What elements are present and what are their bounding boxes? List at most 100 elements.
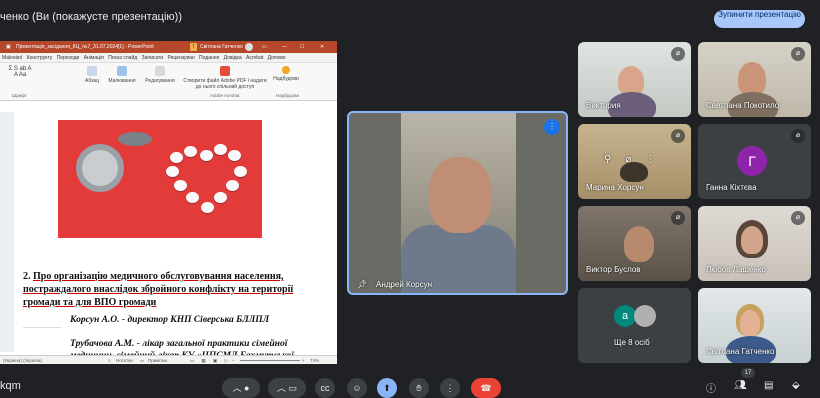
pill xyxy=(184,146,197,157)
thumbnail-pane[interactable] xyxy=(0,112,14,352)
ribbon-toggle-icon[interactable]: ▭ xyxy=(262,41,267,53)
more-vert-icon: ⋮ xyxy=(445,383,455,393)
activities-icon[interactable]: ⬙ xyxy=(792,380,800,391)
meeting-code: kqm xyxy=(0,380,21,392)
notes-icon[interactable]: ≡ xyxy=(108,356,111,364)
participant-tile[interactable]: Г ⌀ Ганна Кіхтєва xyxy=(698,124,811,199)
tab-drawing[interactable]: Мalování xyxy=(2,55,22,61)
participant-tile[interactable]: ⌀ Виктория xyxy=(578,42,691,117)
more-participants-label: Ще 8 осіб xyxy=(614,338,650,347)
mic-off-icon: ⌀ xyxy=(791,47,805,61)
maximize-icon[interactable]: ☐ xyxy=(300,41,304,53)
powerpoint-title-bar: ▣ Презентація_засідання_КЦ_№7_31.07.2024… xyxy=(0,41,337,53)
captions-button[interactable]: cc xyxy=(315,378,335,398)
self-tile[interactable]: Світлана Гатченко xyxy=(698,288,811,363)
powerpoint-ribbon: Ʃ S ab A A Aa Абзац Малювання Редагуванн… xyxy=(0,63,337,101)
participant-face xyxy=(741,226,763,254)
pin-icon[interactable]: 📌︎ xyxy=(357,280,367,289)
status-comments[interactable]: Примітки xyxy=(148,356,167,364)
pill xyxy=(214,192,227,203)
people-icon[interactable]: 👥︎ xyxy=(734,380,747,391)
mic-icon: ● xyxy=(244,383,250,393)
participant-tile[interactable]: ⌀ Любов Лащенко xyxy=(698,206,811,281)
zoom-slider[interactable] xyxy=(240,360,300,361)
tile-actions-icon[interactable]: ⚲⌀⋮ xyxy=(604,154,669,165)
addins-icon xyxy=(282,66,290,74)
shapes-icon xyxy=(117,66,127,76)
more-options-button[interactable]: ⋮ xyxy=(440,378,460,398)
active-speaker-tile[interactable]: ⋮ 📌︎ Андрей Корсун xyxy=(347,111,568,295)
powerpoint-status-bar: (Україна) (Україна) ≡ Нотатки ▭ Примітки… xyxy=(0,355,337,364)
tab-design[interactable]: Конструкту xyxy=(27,55,53,61)
mic-off-icon: ⌀ xyxy=(791,129,805,143)
pill xyxy=(214,144,227,155)
camera-button[interactable]: ︿ ▭ xyxy=(268,378,306,398)
zoom-out-icon[interactable]: − xyxy=(232,356,235,364)
pill xyxy=(200,150,213,161)
pill xyxy=(186,192,199,203)
participant-face xyxy=(740,310,760,336)
speaker-video xyxy=(401,113,516,293)
adobe-pdf-label: Створити файл Adobe PDF і надати до ньог… xyxy=(183,78,267,90)
hand-icon: ✋︎ xyxy=(416,383,422,393)
font-group[interactable]: Ʃ S ab A A Aa xyxy=(3,66,37,78)
paragraph-group[interactable]: Абзац xyxy=(80,66,104,84)
slide-heading-text: Про організацію медичного обслуговування… xyxy=(23,271,294,308)
participant-name: Любов Лащенко xyxy=(706,265,766,274)
participant-count-badge: 17 xyxy=(741,368,755,378)
find-icon xyxy=(155,66,165,76)
pill xyxy=(174,180,187,191)
participant-name: Світлана Гатченко xyxy=(706,347,775,356)
status-notes[interactable]: Нотатки xyxy=(116,356,133,364)
tab-animations[interactable]: Анімація xyxy=(84,55,104,61)
participant-tile[interactable]: ⌀ Виктор Буслов xyxy=(578,206,691,281)
tab-review[interactable]: Рецензуван xyxy=(168,55,195,61)
addins-label: Надбудови xyxy=(273,76,299,82)
participant-photo-avatar xyxy=(634,305,656,327)
participant-tile[interactable]: ⌀ Светлана Покотило xyxy=(698,42,811,117)
reactions-button[interactable]: ☺ xyxy=(347,378,367,398)
zoom-level[interactable]: 74% xyxy=(310,356,319,364)
editing-group[interactable]: Редагування xyxy=(140,66,180,84)
pill xyxy=(228,150,241,161)
raise-hand-button[interactable]: ✋︎ xyxy=(409,378,429,398)
drawing-label: Малювання xyxy=(108,78,136,84)
present-button[interactable]: ⬆ xyxy=(377,378,397,398)
speaker-name: Андрей Корсун xyxy=(376,280,432,289)
presenting-status: ченко (Ви (покажусте презентацію)) xyxy=(0,11,183,23)
addins-group-label: Надбудови xyxy=(276,93,299,98)
minimize-icon[interactable]: — xyxy=(282,41,287,53)
participant-name: Виктор Буслов xyxy=(586,265,641,274)
participant-tile[interactable]: ⌀ ⚲⌀⋮ Марина Хорсун xyxy=(578,124,691,199)
tab-transitions[interactable]: Переходи xyxy=(57,55,80,61)
participant-name: Марина Хорсун xyxy=(586,183,644,192)
view-buttons[interactable]: ▭ ▦ ▣ ▷ xyxy=(190,356,231,364)
participant-body xyxy=(620,162,648,182)
close-icon[interactable]: ✕ xyxy=(320,41,324,53)
user-avatar xyxy=(245,43,253,51)
comments-icon[interactable]: ▭ xyxy=(140,356,144,364)
pill xyxy=(166,166,179,177)
microphone-button[interactable]: ︿ ● xyxy=(222,378,260,398)
speaking-indicator-icon: ⋮ xyxy=(544,119,560,135)
chat-icon[interactable]: ▤ xyxy=(764,380,773,391)
tab-acrobat[interactable]: Acrobat xyxy=(246,55,263,61)
tab-record[interactable]: Записати xyxy=(142,55,164,61)
leave-call-button[interactable]: ☎ xyxy=(471,378,501,398)
more-participants-tile[interactable]: a Ще 8 осіб xyxy=(578,288,691,363)
tab-slideshow[interactable]: Показ слайд xyxy=(108,55,137,61)
adobe-pdf-group[interactable]: Створити файл Adobe PDF і надати до ньог… xyxy=(182,66,268,90)
drawing-group[interactable]: Малювання xyxy=(104,66,140,84)
tab-assist[interactable]: Допомо xyxy=(268,55,286,61)
font-color-icon[interactable]: A Aa xyxy=(3,72,37,78)
addins-group[interactable]: Надбудови xyxy=(270,66,302,82)
zoom-in-icon[interactable]: + xyxy=(302,356,305,364)
tab-view[interactable]: Подання xyxy=(199,55,219,61)
participant-avatar: a xyxy=(614,305,636,327)
tab-help[interactable]: Довідка xyxy=(224,55,242,61)
end-call-icon: ☎ xyxy=(480,383,492,393)
stethoscope-tube xyxy=(118,132,152,146)
pill xyxy=(234,166,247,177)
pill xyxy=(170,152,183,163)
stop-presenting-button[interactable]: Зупинити презентацію xyxy=(714,10,805,28)
